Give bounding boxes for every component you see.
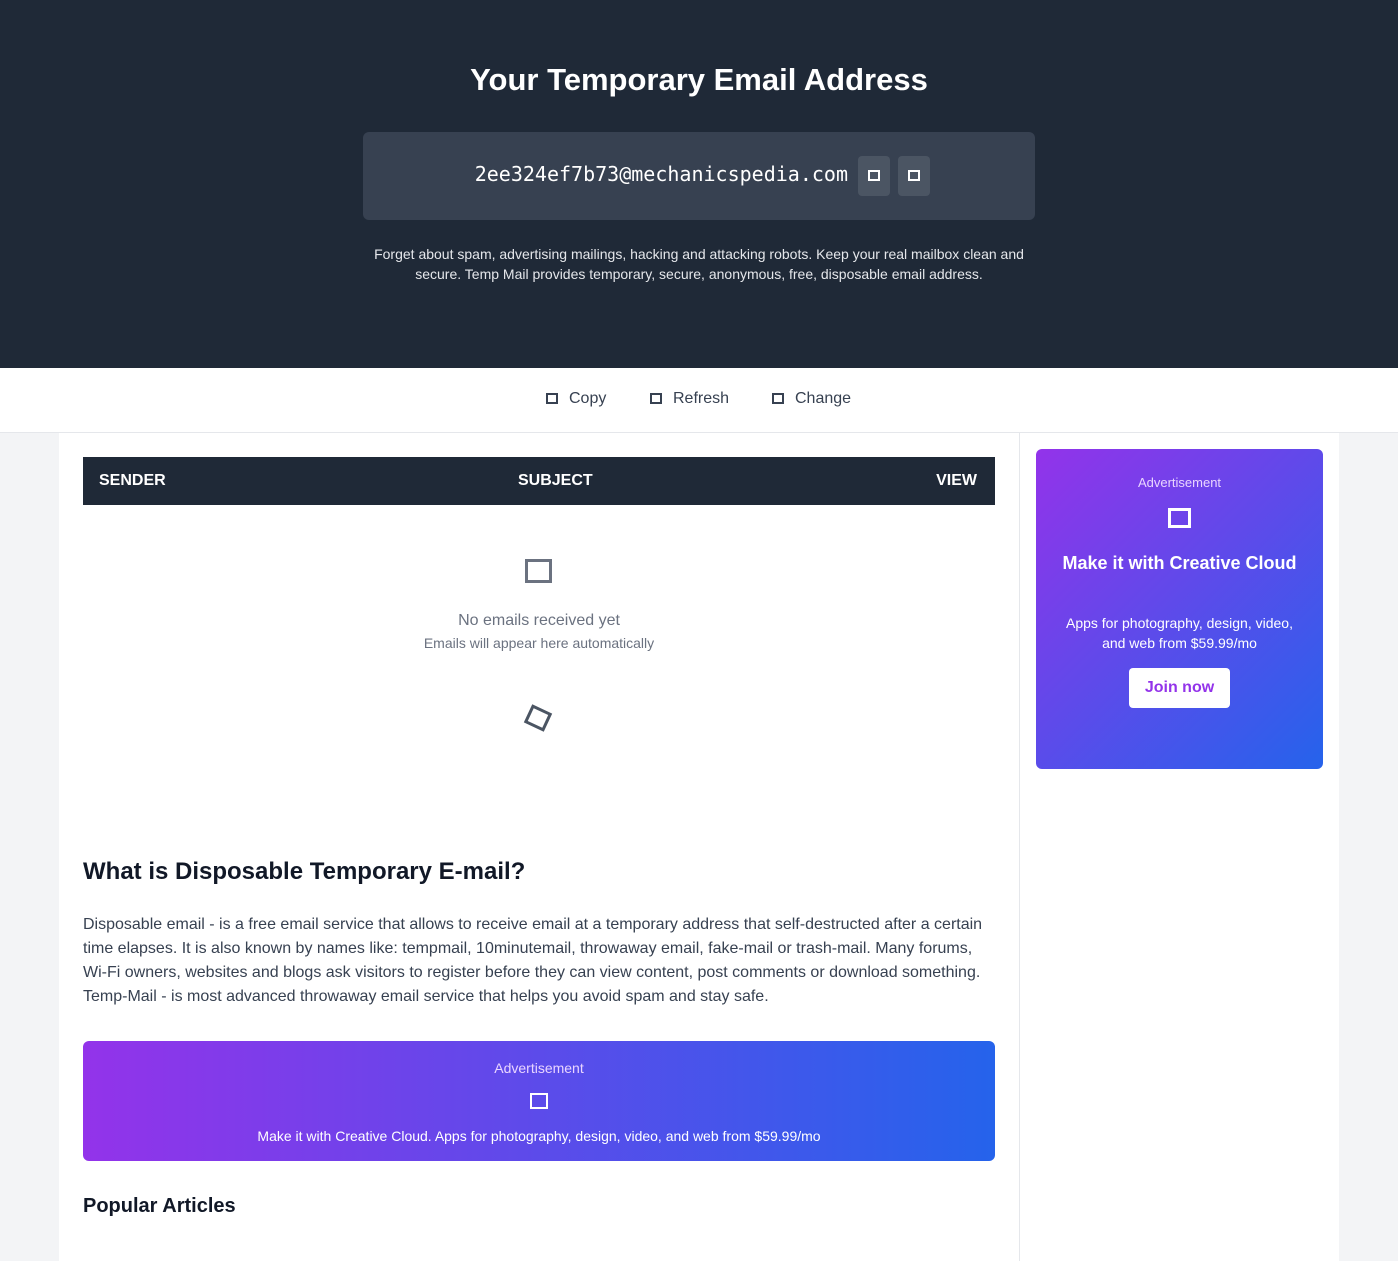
- hero-section: Your Temporary Email Address 2ee324ef7b7…: [0, 0, 1398, 368]
- refresh-email-button[interactable]: [898, 156, 930, 196]
- inbox-table-header: SENDER SUBJECT VIEW: [83, 457, 995, 505]
- email-display: 2ee324ef7b73@mechanicspedia.com: [363, 132, 1035, 220]
- change-label: Change: [795, 390, 852, 407]
- copy-label: Copy: [569, 390, 607, 407]
- refresh-icon: [908, 170, 920, 181]
- action-bar: Copy Refresh Change: [0, 368, 1398, 433]
- hero-description: Forget about spam, advertising mailings,…: [374, 246, 1024, 282]
- ad-label: Advertisement: [494, 1060, 584, 1076]
- refresh-label: Refresh: [673, 390, 730, 407]
- popular-articles-title: Popular Articles: [83, 1195, 236, 1217]
- page-title: Your Temporary Email Address: [470, 62, 928, 97]
- copy-email-button[interactable]: [858, 156, 890, 196]
- column-sender: SENDER: [99, 472, 166, 489]
- spinner-icon: [523, 704, 553, 732]
- inbox-icon: [525, 559, 552, 583]
- ad-label: Advertisement: [1137, 475, 1222, 490]
- sidebar-advertisement: Advertisement Make it with Creative Clou…: [1036, 449, 1323, 769]
- ad-text: Apps for photography, design, video, and…: [1065, 615, 1293, 651]
- join-now-button[interactable]: Join now: [1129, 668, 1230, 708]
- edit-icon: [772, 393, 784, 404]
- empty-state-title: No emails received yet: [458, 612, 620, 629]
- ad-icon: [1168, 508, 1191, 528]
- ad-title: Make it with Creative Cloud: [1062, 553, 1297, 573]
- ad-text: Make it with Creative Cloud. Apps for ph…: [257, 1128, 821, 1144]
- sidebar: Advertisement Make it with Creative Clou…: [1020, 433, 1339, 1261]
- section-text: Disposable email - is a free email servi…: [83, 916, 983, 1005]
- copy-icon: [546, 393, 558, 404]
- copy-icon: [868, 170, 880, 181]
- column-view: VIEW: [936, 472, 977, 489]
- advertisement-banner[interactable]: Advertisement Make it with Creative Clou…: [83, 1041, 995, 1161]
- ad-icon: [530, 1093, 548, 1109]
- main-content: SENDER SUBJECT VIEW No emails received y…: [59, 433, 1020, 1261]
- email-address[interactable]: 2ee324ef7b73@mechanicspedia.com: [468, 162, 848, 186]
- column-subject: SUBJECT: [518, 472, 593, 489]
- empty-state-subtitle: Emails will appear here automatically: [423, 635, 655, 651]
- section-title: What is Disposable Temporary E-mail?: [83, 858, 526, 885]
- refresh-icon: [650, 393, 662, 404]
